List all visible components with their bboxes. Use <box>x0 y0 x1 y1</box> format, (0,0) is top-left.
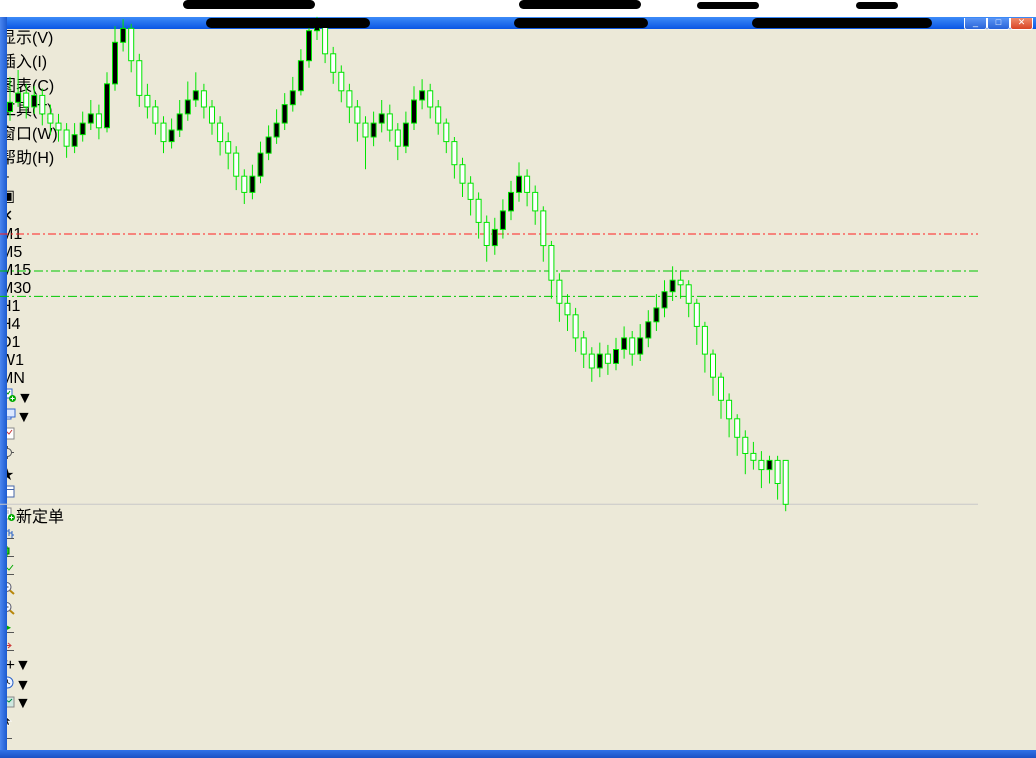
redaction-blob <box>514 18 648 28</box>
auto-scroll-button[interactable] <box>0 621 1036 639</box>
periods-button[interactable]: ▼ <box>0 675 1036 695</box>
dropdown-arrow-icon: ▼ <box>15 677 31 694</box>
window-bottom-border <box>0 750 1036 758</box>
cursor-button[interactable] <box>0 713 1036 732</box>
maximize-button[interactable]: □ <box>987 18 1010 30</box>
zoom-in-button[interactable] <box>0 581 1036 601</box>
templates-button[interactable]: ▼ <box>0 695 1036 713</box>
redaction-blob <box>206 18 370 28</box>
close-button[interactable]: ✕ <box>1010 18 1033 30</box>
redaction-blob <box>752 18 932 28</box>
candlestick-chart <box>0 0 978 549</box>
crosshair-button[interactable] <box>0 732 1036 750</box>
dropdown-arrow-icon: ▼ <box>15 695 31 712</box>
chart-shift-button[interactable] <box>0 639 1036 657</box>
mt4-application-window: 文件(F)显示(V)插入(I)图表(C)工具(T)窗口(W)帮助(H)–▣✕ M… <box>0 0 1036 758</box>
indicators-button[interactable]: f+▼ <box>0 657 1036 675</box>
line-chart-button[interactable] <box>0 563 1036 581</box>
dropdown-arrow-icon: ▼ <box>15 657 31 674</box>
minimize-button[interactable]: _ <box>964 18 987 30</box>
zoom-out-button[interactable] <box>0 601 1036 621</box>
